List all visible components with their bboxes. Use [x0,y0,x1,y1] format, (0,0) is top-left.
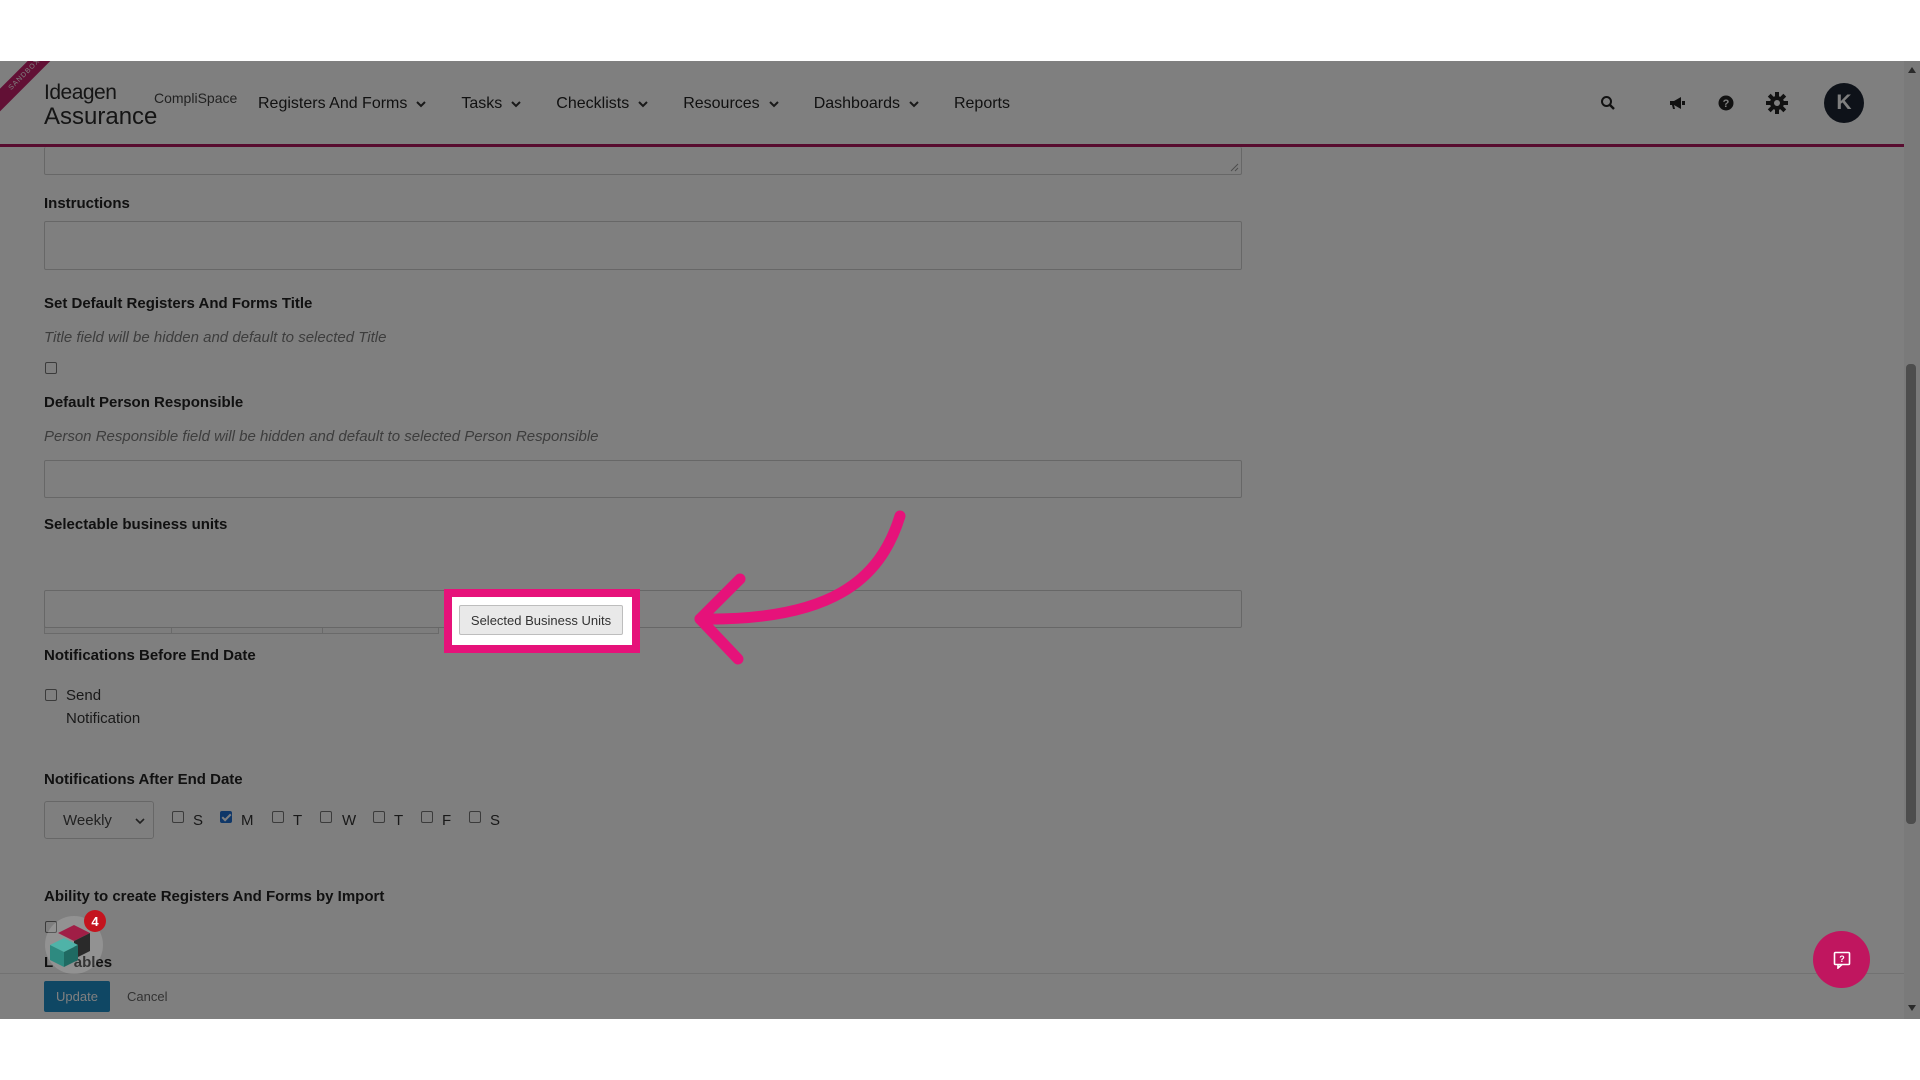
frequency-select[interactable]: Weekly [44,801,154,839]
import-label: Ability to create Registers And Forms by… [44,888,385,905]
scroll-down-icon[interactable] [1908,1005,1916,1011]
send-label: Send [66,687,102,704]
nav-label: Dashboards [813,95,900,112]
nav-label: Tasks [461,95,503,112]
chevron-down-icon [416,101,427,108]
cancel-button[interactable]: Cancel [127,989,167,1004]
day-label: W [342,812,357,829]
day-checkbox-friday[interactable] [421,811,433,823]
day-label: M [241,812,254,829]
notify-after-label: Notifications After End Date [44,771,243,788]
notification-label: Notification [66,710,141,727]
frequency-value: Weekly [63,811,112,829]
default-title-hint: Title field will be hidden and default t… [44,329,387,346]
nav-label: Resources [683,95,760,112]
nav-label: Reports [953,95,1010,112]
nav-tasks[interactable]: Tasks [461,95,522,113]
chevron-down-icon [768,101,779,108]
nav-resources[interactable]: Resources [683,95,779,113]
dim-overlay [0,61,1920,1019]
day-checkbox-wednesday[interactable] [320,811,332,823]
notification-badge: 4 [84,910,106,932]
business-units-input[interactable] [44,590,1242,628]
gear-icon[interactable] [1762,88,1792,118]
default-person-label: Default Person Responsible [44,394,244,411]
default-person-input[interactable] [44,460,1242,498]
nav-label: Checklists [556,95,630,112]
day-label: S [193,812,204,829]
selected-business-units-button[interactable]: Selected Business Units [459,605,623,635]
logo-text-bottom: Assurance [44,103,158,130]
scrollbar-thumb[interactable] [1906,364,1916,824]
top-navigation-bar: SANDBOX Ideagen CompliSpace Assurance Re… [0,61,1904,147]
day-label: S [490,812,501,829]
day-checkbox-thursday[interactable] [373,811,385,823]
svg-text:?: ? [1839,954,1845,964]
logo-text-top: Ideagen [44,81,117,104]
update-button[interactable]: Update [44,981,110,1012]
instructions-label: Instructions [44,195,130,212]
nav-checklists[interactable]: Checklists [556,95,649,113]
description-textarea[interactable] [44,147,1242,175]
business-units-label: Selectable business units [44,516,228,533]
nav-reports[interactable]: Reports [954,95,1010,113]
chevron-down-icon [909,101,919,108]
day-checkbox-monday[interactable] [220,811,232,823]
default-title-checkbox[interactable] [45,362,57,374]
resize-handle-icon [1230,163,1239,172]
megaphone-icon[interactable] [1662,88,1692,118]
nav-registers-and-forms[interactable]: Registers And Forms [258,95,427,113]
app-window: SANDBOX Ideagen CompliSpace Assurance Re… [0,61,1920,1019]
day-checkbox-sunday[interactable] [172,811,184,823]
chevron-down-icon [638,101,648,108]
chat-icon: ? [1833,951,1850,969]
instructions-input[interactable] [44,221,1242,270]
default-person-hint: Person Responsible field will be hidden … [44,428,599,445]
day-label: T [394,812,404,829]
chat-fab-button[interactable]: ? [1813,931,1870,988]
search-icon[interactable] [1593,88,1623,118]
day-checkbox-tuesday[interactable] [272,811,284,823]
default-title-label: Set Default Registers And Forms Title [44,295,313,312]
form-footer [0,973,1904,1019]
day-label: T [293,812,303,829]
nav-label: Registers And Forms [258,95,408,112]
nav-dashboards[interactable]: Dashboards [814,95,920,113]
day-checkbox-saturday[interactable] [469,811,481,823]
chevron-down-icon [511,101,522,108]
pointer-arrow-icon [694,510,906,665]
logo-text-side: CompliSpace [154,90,238,106]
help-icon[interactable]: ? [1711,88,1741,118]
scroll-up-icon[interactable] [1908,67,1916,73]
user-avatar[interactable]: K [1824,83,1864,123]
chevron-down-icon [135,818,145,825]
app-logo[interactable]: Ideagen CompliSpace Assurance [44,81,237,131]
main-nav: Registers And Forms Tasks Checklists Res… [258,61,1044,147]
day-label: F [442,812,452,829]
notify-before-label: Notifications Before End Date [44,647,256,664]
svg-text:?: ? [1723,98,1730,110]
send-notification-checkbox[interactable] [45,689,57,701]
